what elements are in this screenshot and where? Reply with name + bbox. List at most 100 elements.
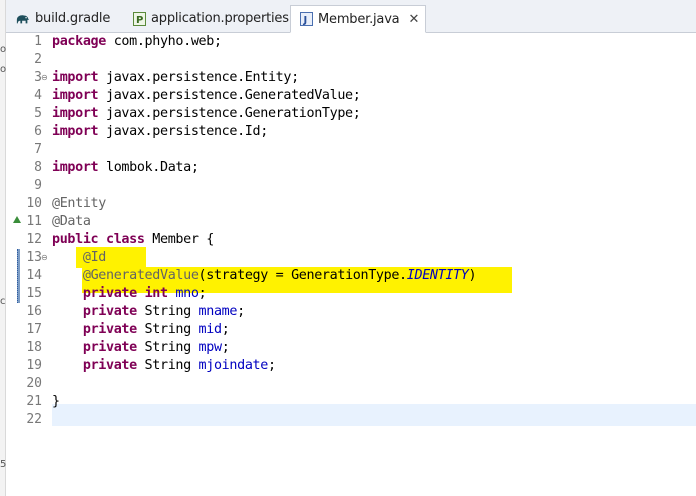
keyword: import (52, 106, 99, 121)
keyword: private (82, 286, 137, 301)
line-number: 18 (26, 340, 42, 355)
line-number: 13 (26, 250, 42, 265)
java-file-icon: J (299, 12, 313, 26)
line-number: 14 (26, 268, 42, 283)
field-name: mid (198, 322, 222, 337)
line-number: 6 (34, 124, 42, 139)
keyword: private (82, 322, 137, 337)
code-text: ; (221, 340, 230, 355)
code-line[interactable]: } (52, 393, 60, 411)
code-text: (strategy = GenerationType. (198, 268, 408, 283)
field-name: mjoindate (198, 358, 269, 373)
code-text: lombok.Data; (98, 160, 199, 175)
editor-tab-bar: build.gradle P application.properties J … (6, 0, 696, 33)
code-line[interactable]: private int mno; (52, 285, 207, 303)
code-line[interactable]: import javax.persistence.Id; (52, 123, 268, 141)
code-line[interactable]: @GeneratedValue(strategy = GenerationTyp… (52, 267, 477, 285)
code-line[interactable]: @Id (52, 249, 106, 267)
line-number: 1 (34, 34, 42, 49)
fold-toggle-icon[interactable]: ⊖ (41, 69, 48, 87)
code-line[interactable]: import javax.persistence.Entity; (52, 69, 299, 87)
code-line[interactable]: import javax.persistence.GenerationType; (52, 105, 361, 123)
line-number: 12 (26, 232, 42, 247)
code-text: } (52, 394, 60, 409)
code-text: javax.persistence.GeneratedValue; (98, 88, 361, 103)
line-number-ruler[interactable]: 1 2 3 ⊖ 4 5 6 7 8 9 10 11 12 13 ⊖ 14 15 16 17 18 19 20 21 22 (6, 33, 50, 496)
annotation: @GeneratedValue (82, 268, 199, 283)
line-number: 22 (26, 412, 42, 427)
line-number: 16 (26, 304, 42, 319)
keyword: private (82, 358, 137, 373)
line-number: 21 (26, 394, 42, 409)
code-text: Member { (144, 232, 214, 247)
line-number: 4 (34, 88, 42, 103)
line-number: 15 (26, 286, 42, 301)
annotation: @Id (82, 250, 106, 265)
line-number: 2 (34, 52, 42, 67)
line-number: 10 (26, 196, 42, 211)
code-text: javax.persistence.Id; (98, 124, 268, 139)
code-text: javax.persistence.Entity; (98, 70, 299, 85)
tab-build-gradle[interactable]: build.gradle (16, 5, 110, 32)
tab-label: build.gradle (35, 11, 111, 26)
code-text: ; (221, 322, 230, 337)
line-number: 8 (34, 160, 42, 175)
keyword: package (52, 34, 106, 49)
code-line[interactable]: private String mname; (52, 303, 245, 321)
code-text: ; (267, 358, 276, 373)
code-text: String (136, 340, 199, 355)
code-line[interactable]: private String mpw; (52, 339, 230, 357)
code-text: ; (237, 304, 245, 319)
field-name: mpw (198, 340, 222, 355)
properties-file-icon: P (132, 11, 146, 26)
keyword: public (52, 232, 99, 247)
keyword: class (106, 232, 145, 247)
code-text: String (136, 304, 199, 319)
code-text: javax.persistence.GenerationType; (98, 106, 361, 121)
keyword: int (144, 286, 168, 301)
code-line[interactable]: @Data (52, 213, 91, 231)
code-editor[interactable]: 1 2 3 ⊖ 4 5 6 7 8 9 10 11 12 13 ⊖ 14 15 16 17 18 19 20 21 22 pa… (6, 33, 696, 496)
code-text: com.phyho.web; (105, 34, 222, 49)
tab-application-properties[interactable]: P application.properties (132, 5, 289, 32)
field-name: mno (175, 286, 199, 301)
line-number: 3 (34, 70, 42, 85)
tab-label: Member.java (318, 11, 400, 27)
tab-member-java[interactable]: J Member.java ✕ (290, 5, 427, 33)
keyword: import (52, 70, 99, 85)
code-line[interactable]: @Entity (52, 195, 106, 213)
current-line-highlight (52, 404, 696, 426)
line-number: 9 (34, 178, 42, 193)
close-tab-icon[interactable]: ✕ (408, 12, 419, 27)
keyword: import (52, 160, 99, 175)
gradle-elephant-icon (16, 12, 30, 26)
keyword: private (82, 340, 137, 355)
code-text: ) (468, 268, 477, 283)
code-line[interactable]: public class Member { (52, 231, 214, 249)
annotation: @Entity (52, 196, 106, 211)
code-line[interactable]: import lombok.Data; (52, 159, 199, 177)
line-number: 19 (26, 358, 42, 373)
code-line[interactable]: import javax.persistence.GeneratedValue; (52, 87, 361, 105)
code-line[interactable]: package com.phyho.web; (52, 33, 222, 51)
keyword: import (52, 124, 99, 139)
enum-constant: IDENTITY (406, 268, 469, 283)
code-text: String (136, 358, 199, 373)
keyword: private (82, 304, 137, 319)
svg-text:J: J (302, 15, 307, 26)
line-number: 20 (26, 376, 42, 391)
annotation: @Data (52, 214, 91, 229)
line-number: 17 (26, 322, 42, 337)
fold-toggle-icon[interactable]: ⊖ (41, 249, 48, 267)
field-name: mname (198, 304, 238, 319)
code-line[interactable]: private String mid; (52, 321, 230, 339)
code-line[interactable]: private String mjoindate; (52, 357, 276, 375)
